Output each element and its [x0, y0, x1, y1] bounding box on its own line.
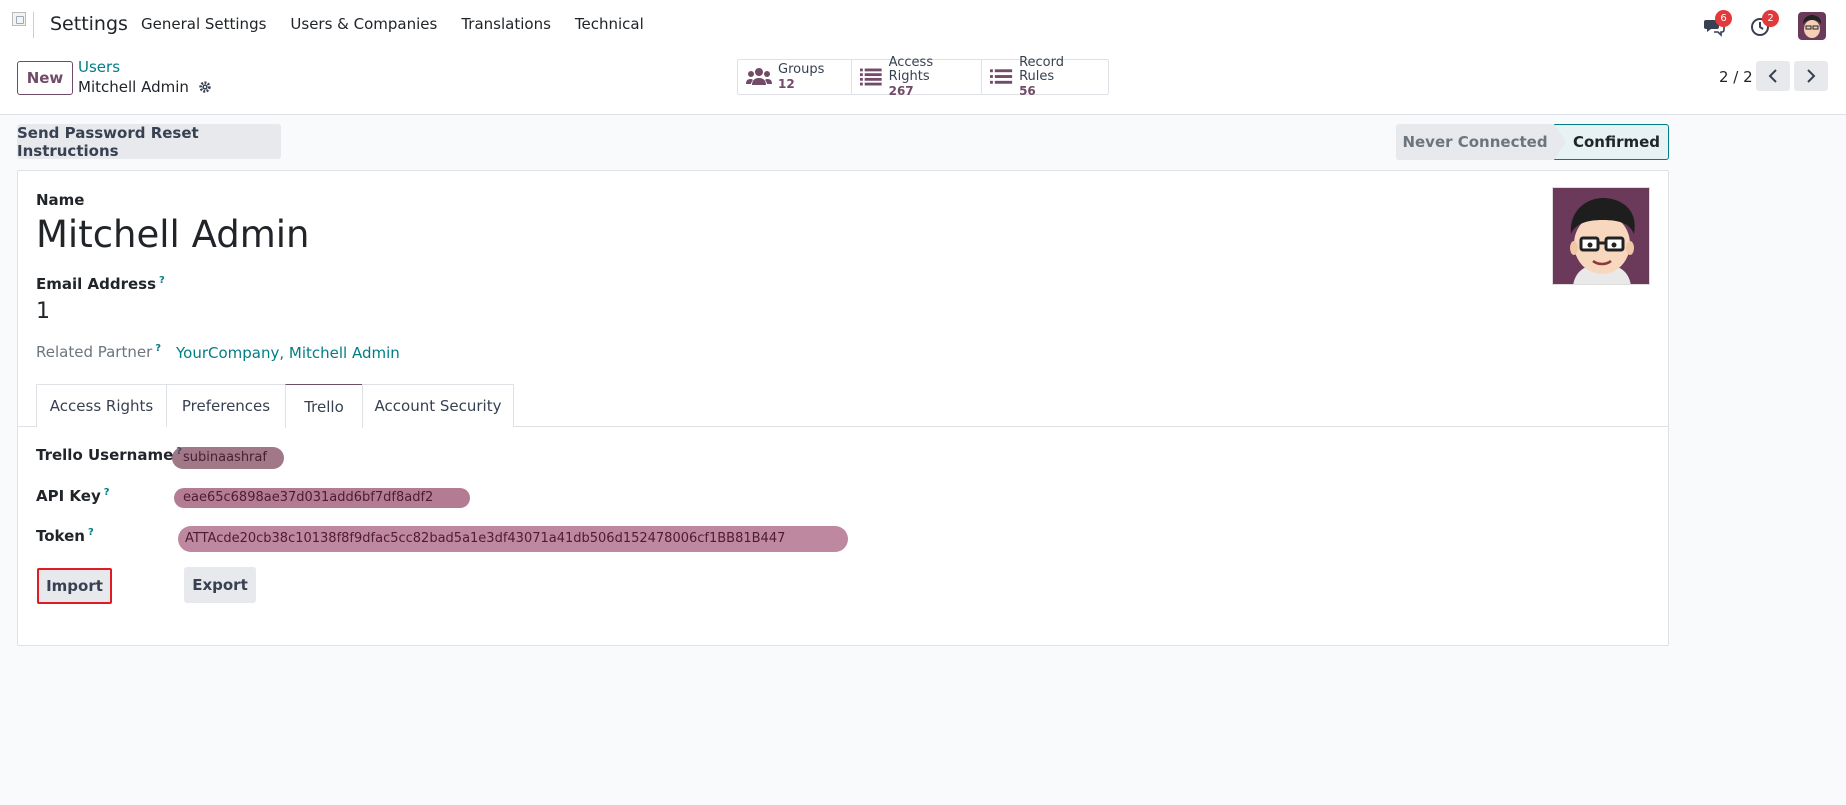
- tab-access-rights[interactable]: Access Rights: [36, 384, 167, 427]
- access-rights-label: Access Rights: [888, 55, 934, 84]
- tab-account-security[interactable]: Account Security: [362, 384, 514, 427]
- smart-buttons: Groups 12 Access Rights 267 Record Rules 56: [737, 56, 1109, 98]
- token-input[interactable]: ATTAcde20cb38c10138f8f9dfac5cc82bad5a1e3…: [185, 531, 785, 546]
- breadcrumb-current: Mitchell Admin: [78, 78, 212, 96]
- help-icon[interactable]: ?: [104, 487, 110, 498]
- email-input[interactable]: 1: [36, 299, 50, 324]
- token-label-text: Token: [36, 527, 85, 545]
- related-partner-label-text: Related Partner: [36, 343, 153, 361]
- groups-button[interactable]: Groups 12: [738, 60, 852, 94]
- menu-users-companies[interactable]: Users & Companies: [290, 15, 437, 33]
- menu-general-settings[interactable]: General Settings: [141, 15, 266, 33]
- name-input[interactable]: Mitchell Admin: [36, 213, 310, 256]
- control-panel: New Users Mitchell Admin Groups 12 Access…: [0, 49, 1846, 115]
- import-button[interactable]: Import: [37, 568, 112, 604]
- list-icon: [860, 68, 882, 86]
- new-button[interactable]: New: [17, 61, 73, 95]
- token-label: Token?: [36, 527, 94, 545]
- access-rights-count: 267: [888, 84, 914, 98]
- main-menu: General Settings Users & Companies Trans…: [141, 15, 668, 33]
- record-rules-count: 56: [1019, 84, 1036, 98]
- api-key-input[interactable]: eae65c6898ae37d031add6bf7df8adf2: [183, 490, 433, 505]
- users-icon: [746, 68, 772, 85]
- related-partner-label: Related Partner?: [36, 343, 161, 361]
- record-rules-button[interactable]: Record Rules 56: [982, 56, 1108, 98]
- status-stages: Never Connected Confirmed: [1396, 124, 1669, 160]
- notebook-tabs: Access Rights Preferences Trello Account…: [18, 384, 1668, 428]
- trello-username-label: Trello Username?: [36, 446, 182, 464]
- activities-badge: 2: [1762, 10, 1779, 27]
- breadcrumb-current-label: Mitchell Admin: [78, 78, 189, 96]
- stage-confirmed[interactable]: Confirmed: [1554, 124, 1669, 160]
- user-photo[interactable]: [1552, 187, 1650, 285]
- menu-technical[interactable]: Technical: [575, 15, 644, 33]
- previous-record-button[interactable]: [1756, 61, 1790, 91]
- breadcrumb-users[interactable]: Users: [78, 58, 120, 76]
- related-partner-link[interactable]: YourCompany, Mitchell Admin: [176, 344, 400, 362]
- form-sheet: Name Mitchell Admin Email Address? 1 Rel…: [17, 170, 1669, 646]
- pager-value[interactable]: 2 / 2: [1719, 68, 1759, 86]
- chevron-left-icon: [1768, 69, 1777, 83]
- list-icon: [990, 69, 1013, 84]
- messages-badge: 6: [1715, 10, 1732, 27]
- menu-translations[interactable]: Translations: [461, 15, 551, 33]
- user-avatar[interactable]: [1798, 12, 1826, 40]
- api-key-label: API Key?: [36, 487, 110, 505]
- record-rules-label: Record Rules: [1019, 55, 1064, 84]
- app-name[interactable]: Settings: [50, 13, 128, 35]
- groups-label: Groups: [778, 62, 825, 77]
- help-icon[interactable]: ?: [88, 527, 94, 538]
- email-label-text: Email Address: [36, 275, 157, 293]
- chevron-right-icon: [1807, 69, 1816, 83]
- name-label: Name: [36, 191, 85, 209]
- tab-preferences[interactable]: Preferences: [166, 384, 286, 427]
- send-password-reset-button[interactable]: Send Password Reset Instructions: [17, 124, 281, 160]
- email-label: Email Address?: [36, 275, 165, 293]
- api-key-label-text: API Key: [36, 487, 101, 505]
- stage-never-connected[interactable]: Never Connected: [1396, 124, 1554, 160]
- app-logo-icon[interactable]: [12, 12, 34, 38]
- messages-icon[interactable]: 6: [1703, 10, 1732, 37]
- tab-trello[interactable]: Trello: [285, 384, 363, 428]
- help-icon[interactable]: ?: [159, 275, 165, 286]
- trello-username-label-text: Trello Username: [36, 446, 174, 464]
- activity-clock-icon[interactable]: 2: [1750, 10, 1779, 37]
- help-icon[interactable]: ?: [155, 343, 161, 354]
- export-button[interactable]: Export: [184, 567, 256, 603]
- gear-icon[interactable]: [198, 80, 212, 94]
- next-record-button[interactable]: [1794, 61, 1828, 91]
- trello-username-input[interactable]: subinaashraf: [183, 450, 267, 465]
- top-navbar: Settings General Settings Users & Compan…: [0, 0, 1846, 49]
- groups-count: 12: [778, 77, 795, 91]
- access-rights-button[interactable]: Access Rights 267: [852, 56, 982, 98]
